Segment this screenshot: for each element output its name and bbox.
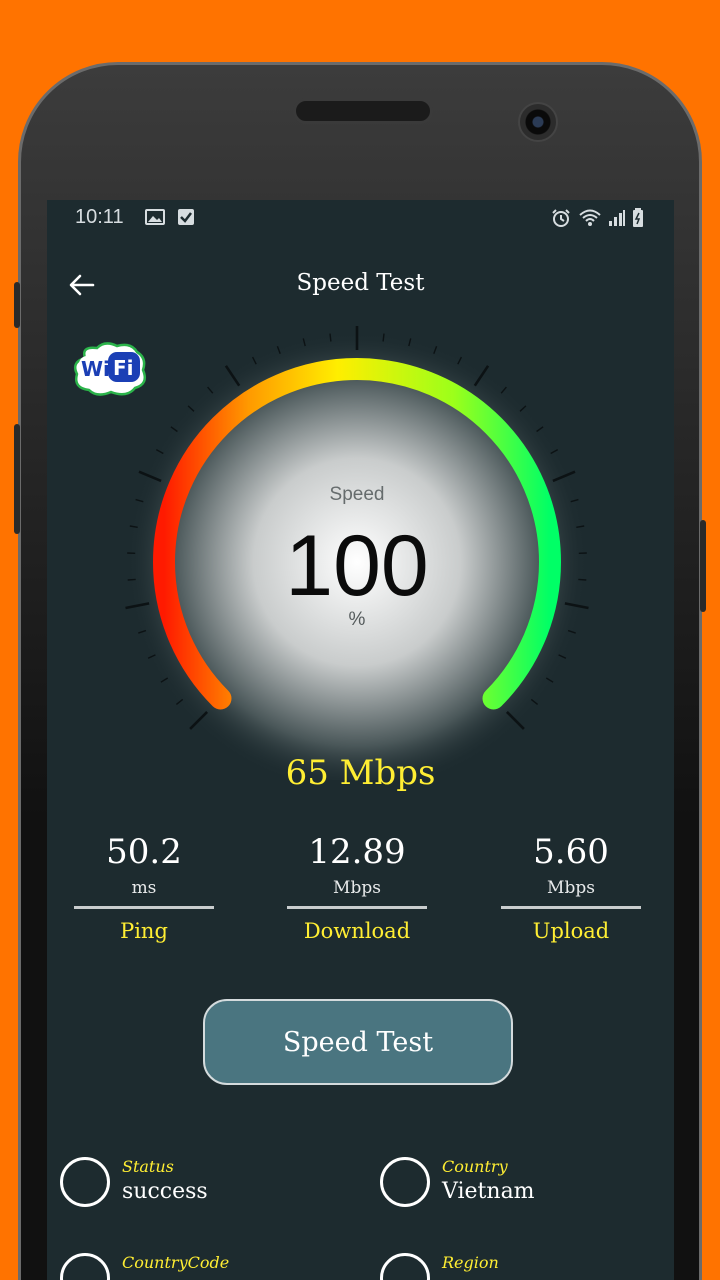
country-value: Vietnam [442, 1179, 535, 1204]
gauge-minor-tick [329, 333, 332, 342]
gauge-value: 100 [285, 518, 429, 614]
gauge-label: Speed [330, 484, 385, 505]
upload-divider [501, 906, 641, 909]
ping-label: Ping [120, 919, 168, 943]
battery-icon [633, 208, 643, 227]
gauge-unit: % [349, 609, 366, 630]
page-title: Speed Test [296, 270, 425, 296]
country-code-circle-icon [60, 1253, 110, 1280]
speed-test-button[interactable]: Speed Test [203, 999, 513, 1085]
region-key: Region [442, 1253, 499, 1272]
side-button-left-top [14, 282, 20, 328]
download-divider [287, 906, 427, 909]
status-left-icons [145, 208, 195, 226]
status-value: success [122, 1179, 208, 1204]
current-speed: 65 Mbps [285, 753, 436, 793]
alarm-icon [552, 209, 571, 227]
country-circle-icon [380, 1157, 430, 1207]
gauge-minor-tick [578, 578, 587, 581]
ping-unit: ms [131, 878, 157, 898]
download-unit: Mbps [333, 878, 381, 898]
download-label: Download [303, 919, 411, 943]
upload-value: 5.60 [533, 832, 609, 872]
country-key: Country [442, 1157, 508, 1176]
front-camera [518, 102, 558, 142]
upload-unit: Mbps [547, 878, 595, 898]
stat-ping: 50.2 ms Ping [74, 832, 214, 943]
gauge-minor-tick [127, 578, 136, 581]
upload-label: Upload [532, 919, 610, 943]
stat-download: 12.89 Mbps Download [287, 832, 427, 943]
wifi-icon [578, 209, 601, 226]
download-value: 12.89 [308, 832, 406, 872]
status-time: 10:11 [75, 206, 124, 228]
app-screen: 10:11 Speed Test Wi Fi Speed 100 % 65 Mb… [47, 200, 674, 1280]
stat-upload: 5.60 Mbps Upload [501, 832, 641, 943]
signal-icon [608, 210, 625, 226]
earpiece-speaker [293, 98, 433, 124]
app-bar: Speed Test [47, 260, 674, 310]
status-right-icons [551, 208, 644, 228]
side-button-right [700, 520, 706, 612]
checkbox-icon [178, 209, 195, 225]
country-code-key: CountryCode [122, 1253, 230, 1272]
status-key: Status [122, 1157, 174, 1176]
status-bar: 10:11 [47, 200, 674, 236]
ping-divider [74, 906, 214, 909]
ping-value: 50.2 [106, 832, 182, 872]
status-circle-icon [60, 1157, 110, 1207]
region-circle-icon [380, 1253, 430, 1280]
side-button-left-bottom [14, 424, 20, 534]
gauge-minor-tick [382, 333, 385, 342]
image-icon [145, 209, 165, 225]
speed-gauge: Speed 100 % [125, 326, 589, 780]
